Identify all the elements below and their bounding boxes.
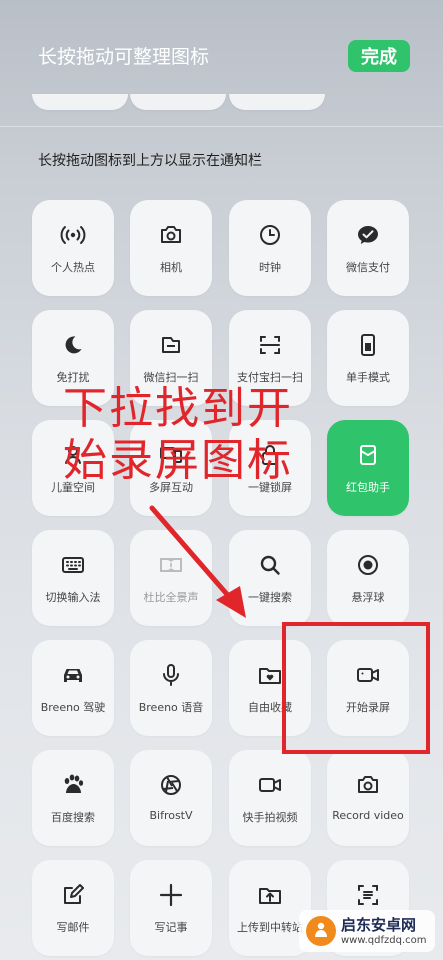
tile-label: 儿童空间	[51, 481, 95, 494]
tile-dolby-atmos[interactable]: 杜比全景声	[130, 530, 212, 626]
moon-icon	[65, 336, 82, 354]
tile-do-not-disturb[interactable]: 免打扰	[32, 310, 114, 406]
wechat-pay-icon	[358, 226, 378, 244]
hint-text: 长按拖动图标到上方以显示在通知栏	[38, 153, 262, 169]
tile-breeno-drive[interactable]: Breeno 驾驶	[32, 640, 114, 736]
red-packet-icon	[360, 445, 376, 465]
multi-screen-icon	[160, 447, 182, 463]
tile-multi-screen[interactable]: 多屏互动	[130, 420, 212, 516]
video-icon	[259, 778, 281, 792]
aperture-icon	[161, 775, 181, 795]
tile-wechat-scan[interactable]: 微信扫一扫	[130, 310, 212, 406]
hotspot-icon	[60, 226, 86, 244]
camera-icon	[358, 776, 378, 793]
tile-start-screen-recording[interactable]: 开始录屏	[327, 640, 409, 736]
tile-label: 个人热点	[51, 261, 95, 274]
tile-camera[interactable]: 相机	[130, 200, 212, 296]
tile-lock-screen[interactable]: 一键锁屏	[229, 420, 311, 516]
tile-label: 切换输入法	[45, 591, 101, 604]
watermark-url: www.qdfzdq.com	[341, 935, 427, 946]
tile-clock[interactable]: 时钟	[229, 200, 311, 296]
upload-icon	[259, 888, 281, 904]
tile-bifrostv[interactable]: BifrostV	[130, 750, 212, 846]
tile-alipay-scan[interactable]: 支付宝扫一扫	[229, 310, 311, 406]
tile-one-hand-mode[interactable]: 单手模式	[327, 310, 409, 406]
tile-label: Breeno 语音	[138, 701, 204, 714]
search-icon	[260, 555, 280, 575]
tile-label: 免打扰	[56, 371, 90, 384]
video-camera-icon	[357, 668, 379, 682]
tile-write-email[interactable]: 写邮件	[32, 860, 114, 956]
tile-label: Record video	[332, 809, 404, 822]
wechat-scan-icon	[162, 337, 180, 353]
folder-heart-icon	[259, 668, 281, 684]
tile-hotspot[interactable]: 个人热点	[32, 200, 114, 296]
camera-icon	[161, 226, 181, 243]
done-button[interactable]: 完成	[348, 40, 410, 72]
notification-slot-3[interactable]	[229, 94, 325, 110]
tile-write-note[interactable]: 写记事	[130, 860, 212, 956]
tile-label: 微信支付	[346, 261, 390, 274]
tile-label: 单手模式	[346, 371, 390, 384]
tile-wechat-pay[interactable]: 微信支付	[327, 200, 409, 296]
tile-label: 百度搜索	[51, 811, 95, 824]
tile-label: 快手拍视频	[242, 811, 298, 824]
tile-label: 一键搜索	[248, 591, 292, 604]
tile-label: Breeno 驾驶	[40, 701, 106, 714]
tile-quick-search[interactable]: 一键搜索	[229, 530, 311, 626]
tile-free-collection[interactable]: 自由收藏	[229, 640, 311, 736]
kids-space-icon	[65, 446, 81, 464]
tile-breeno-voice[interactable]: Breeno 语音	[130, 640, 212, 736]
tile-label: 相机	[160, 261, 182, 274]
divider	[0, 126, 443, 127]
tile-label: 悬浮球	[351, 591, 385, 604]
watermark-logo-icon	[306, 916, 336, 946]
tile-baidu-search[interactable]: 百度搜索	[32, 750, 114, 846]
tile-grid: 个人热点 相机 时钟 微信支付 免打扰 微信扫一扫 支付宝扫一扫 单手模式 儿童…	[32, 200, 412, 960]
tile-label: 自由收藏	[248, 701, 292, 714]
page-title: 长按拖动可整理图标	[38, 46, 210, 68]
floating-ball-icon	[358, 555, 378, 575]
tile-red-packet-assistant[interactable]: 红包助手	[327, 420, 409, 516]
keyboard-icon	[62, 557, 84, 573]
tile-label: 写邮件	[56, 921, 90, 934]
tile-label: 时钟	[259, 261, 281, 274]
dolby-icon	[160, 558, 182, 572]
tile-switch-input-method[interactable]: 切换输入法	[32, 530, 114, 626]
clock-icon	[260, 225, 280, 245]
tile-label: 一键锁屏	[248, 481, 292, 494]
tile-label: 微信扫一扫	[143, 371, 199, 384]
tile-label: 杜比全景声	[143, 591, 199, 604]
lock-icon	[262, 445, 278, 465]
notification-slot-2[interactable]	[130, 94, 226, 110]
tile-label: 写记事	[154, 921, 188, 934]
tile-label: 红包助手	[346, 481, 390, 494]
tile-kids-space[interactable]: 儿童空间	[32, 420, 114, 516]
tile-record-video[interactable]: Record video	[327, 750, 409, 846]
tile-label: 多屏互动	[149, 481, 193, 494]
car-icon	[64, 669, 82, 682]
tile-floating-ball[interactable]: 悬浮球	[327, 530, 409, 626]
plus-icon	[159, 883, 183, 907]
watermark: 启东安卓网 www.qdfzdq.com	[299, 910, 435, 952]
document-scan-icon	[358, 885, 378, 905]
tile-label: 开始录屏	[346, 701, 390, 714]
scan-icon	[260, 336, 280, 354]
phone-icon	[361, 334, 375, 356]
edit-icon	[64, 884, 84, 904]
microphone-icon	[163, 664, 179, 686]
tile-label: BifrostV	[149, 809, 193, 822]
watermark-title: 启东安卓网	[341, 916, 417, 934]
notification-slot-1[interactable]	[32, 94, 128, 110]
tile-kuaishou-video[interactable]: 快手拍视频	[229, 750, 311, 846]
header: 长按拖动可整理图标 完成	[0, 0, 443, 100]
tile-label: 支付宝扫一扫	[237, 371, 303, 384]
baidu-paw-icon	[64, 774, 84, 793]
